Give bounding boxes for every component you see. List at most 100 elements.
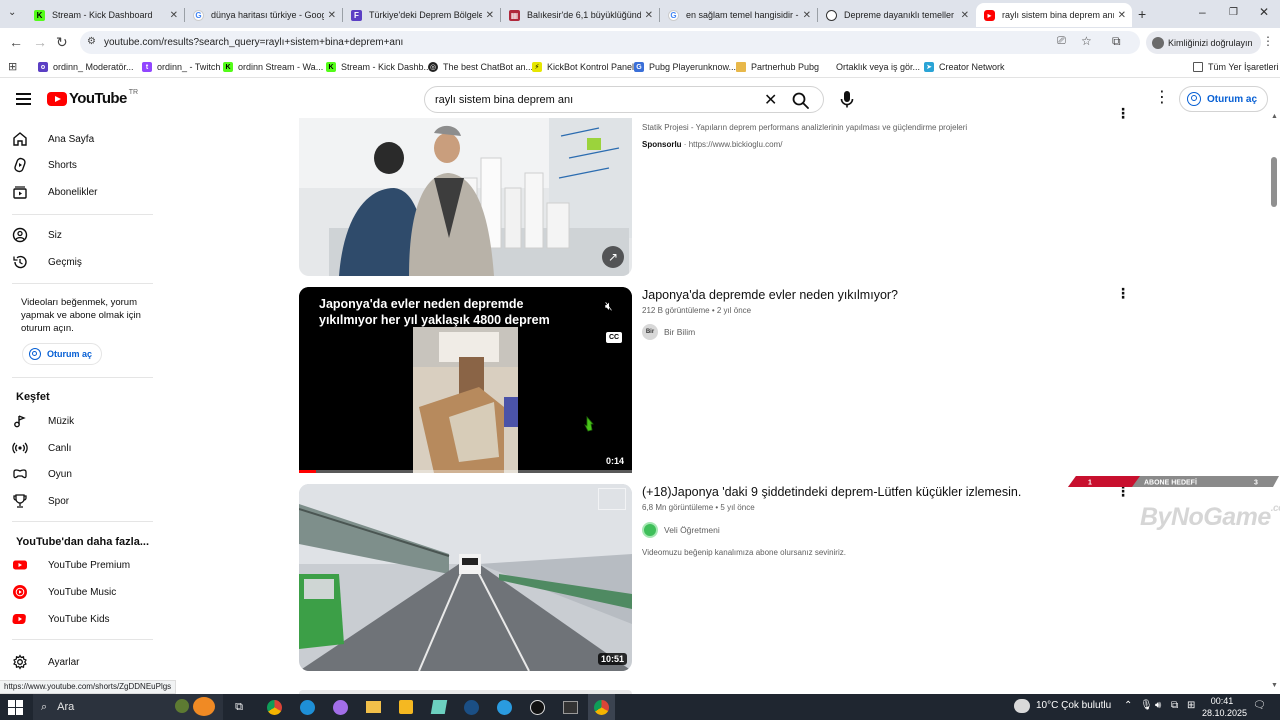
bookmark-item[interactable]: Kordinn Stream - Wa...	[223, 60, 323, 74]
messenger-taskbar-icon[interactable]	[331, 698, 349, 716]
sidebar-item-subscriptions[interactable]: Abonelikler	[12, 180, 152, 204]
settings-more-icon[interactable]: ⋮	[1154, 90, 1170, 107]
windows-start-icon[interactable]	[8, 700, 23, 715]
tray-expand-icon[interactable]: ⌃	[1124, 700, 1132, 711]
back-button[interactable]: ←	[9, 34, 23, 50]
microphone-icon[interactable]	[836, 88, 858, 110]
sidebar-item-youtube-kids[interactable]: YouTube Kids	[12, 607, 152, 631]
bookmark-item[interactable]: ⚡ KickBot Kontrol Paneli	[532, 60, 636, 74]
video-thumbnail[interactable]: 10:51	[299, 484, 632, 671]
minimize-button[interactable]: –	[1199, 5, 1206, 19]
clear-search-icon[interactable]: ✕	[764, 90, 777, 110]
task-view-icon[interactable]: ⧉	[230, 698, 248, 716]
microsoft-store-icon[interactable]	[397, 698, 415, 716]
sidebar-item-youtube-music[interactable]: YouTube Music	[12, 580, 152, 604]
tab-google-temel[interactable]: G en sağlam temel hangisidir - G ✕	[660, 3, 817, 27]
video-progress-track[interactable]	[299, 470, 632, 473]
sidebar-item-sports[interactable]: Spor	[12, 489, 152, 513]
close-icon[interactable]: ✕	[486, 10, 494, 21]
youtube-logo[interactable]: YouTube TR	[47, 89, 138, 107]
sidebar-item-youtube-premium[interactable]: YouTube Premium	[12, 553, 152, 577]
app-tray-icon[interactable]: ⊞	[1187, 700, 1195, 711]
verify-identity-button[interactable]: Kimliğinizi doğrulayın	[1146, 31, 1261, 54]
bookmark-item[interactable]: ➤ Creator Network	[924, 60, 1005, 74]
edge-taskbar-icon[interactable]	[298, 698, 316, 716]
bookmark-item[interactable]: o ordinn_ Moderatör...	[38, 60, 134, 74]
sidebar-item-settings[interactable]: Ayarlar	[12, 650, 152, 674]
taskbar-search-box[interactable]: ⌕ Ara	[33, 694, 223, 720]
tab-youtube-active[interactable]: ▸ raylı sistem bina deprem anı - Y ✕	[976, 3, 1132, 27]
forward-button[interactable]: →	[33, 34, 47, 50]
video-title[interactable]: (+18)Japonya 'daki 9 şiddetindeki deprem…	[642, 485, 1021, 499]
close-icon[interactable]: ✕	[645, 10, 653, 21]
bookmark-item[interactable]: K Stream - Kick Dashb...	[326, 60, 431, 74]
browser-menu-icon[interactable]: ⋮	[1262, 34, 1274, 48]
install-app-icon[interactable]: ⎚	[1057, 35, 1066, 48]
bookmark-star-icon[interactable]: ☆	[1081, 34, 1092, 48]
file-explorer-icon[interactable]	[364, 698, 382, 716]
notes-app-icon[interactable]	[430, 698, 448, 716]
video-more-options-icon[interactable]: ⋮	[1116, 484, 1130, 498]
bookmark-item[interactable]: Ortaklık veya iş gör...	[821, 60, 920, 74]
search-icon[interactable]	[791, 91, 811, 109]
sidebar-item-home[interactable]: Ana Sayfa	[12, 127, 152, 151]
bookmark-item[interactable]: t ordinn_ - Twitch	[142, 60, 220, 74]
volume-icon[interactable]: 🔊︎	[1155, 700, 1161, 711]
cc-icon[interactable]: CC	[606, 332, 622, 343]
notifications-icon[interactable]: 🗨︎	[1253, 700, 1266, 711]
bookmark-item[interactable]: Partnerhub Pubg	[736, 60, 819, 74]
ad-more-options-icon[interactable]: ⋮	[1116, 106, 1130, 120]
sidebar-item-history[interactable]: Geçmiş	[12, 250, 152, 274]
menu-icon[interactable]	[16, 93, 31, 105]
chrome-taskbar-icon[interactable]	[265, 698, 283, 716]
tab-balikesir-news[interactable]: ▦ Balıkesir'de 6,1 büyüklüğünde ✕	[501, 3, 659, 27]
video-title[interactable]: Japonya'da depremde evler neden yıkılmıy…	[642, 288, 898, 302]
system-clock[interactable]: 00:41 28.10.2025	[1202, 695, 1247, 719]
scroll-down-arrow[interactable]: ▼	[1271, 682, 1278, 689]
tab-google-map[interactable]: G dünya haritası türkiye - Google ✕	[185, 3, 342, 27]
window-close-button[interactable]: ✕	[1259, 5, 1269, 19]
microphone-tray-icon[interactable]: 🎙︎	[1140, 700, 1153, 711]
sidebar-item-live[interactable]: Canlı	[12, 436, 152, 460]
sidebar-item-you[interactable]: Siz	[12, 223, 152, 247]
sidebar-item-gaming[interactable]: Oyun	[12, 462, 152, 486]
chrome-active-window-icon[interactable]	[588, 694, 615, 720]
scroll-up-arrow[interactable]: ▲	[1271, 113, 1278, 120]
sidebar-signin-button[interactable]: Oturum aç	[22, 343, 103, 365]
close-icon[interactable]: ✕	[961, 10, 969, 21]
close-icon[interactable]: ✕	[803, 10, 811, 21]
external-link-icon[interactable]: ↗	[602, 246, 624, 268]
bookmark-item[interactable]: G Pubg Playerunknow...	[634, 60, 736, 74]
scrollbar-thumb[interactable]	[1271, 157, 1277, 207]
close-icon[interactable]: ✕	[170, 10, 178, 21]
close-icon[interactable]: ✕	[1118, 10, 1126, 21]
video-thumbnail[interactable]: Japonya'da evler neden depremde yıkılmıy…	[299, 287, 632, 473]
ad-thumbnail[interactable]: ↗	[299, 118, 632, 276]
url-field[interactable]: ⚙ youtube.com/results?search_query=raylı…	[80, 31, 1140, 54]
search-input[interactable]	[435, 93, 755, 106]
sidebar-item-shorts[interactable]: Shorts	[12, 153, 152, 177]
obs-taskbar-icon[interactable]	[528, 698, 546, 716]
restore-button[interactable]: ❐	[1229, 7, 1238, 18]
apps-grid-icon[interactable]: ⊞	[8, 60, 17, 73]
bookmark-item[interactable]: ◎ The best ChatBot an...	[428, 60, 533, 74]
all-bookmarks-button[interactable]: Tüm Yer İşaretleri	[1193, 60, 1279, 74]
battlenet-taskbar-icon[interactable]	[495, 698, 513, 716]
site-settings-icon[interactable]: ⚙	[87, 36, 96, 47]
video-more-options-icon[interactable]: ⋮	[1116, 286, 1130, 300]
tab-deprem-bolgeleri[interactable]: F Türkiye'deki Deprem Bölgeleri ✕	[343, 3, 500, 27]
extensions-icon[interactable]: ⧉	[1112, 34, 1121, 49]
reload-button[interactable]: ↻	[56, 34, 68, 51]
channel-link[interactable]: Veli Öğretmeni	[642, 522, 720, 538]
new-tab-button[interactable]: +	[1138, 6, 1146, 22]
channel-link[interactable]: Bir Bir Bilim	[642, 324, 695, 340]
sidebar-item-music[interactable]: Müzik	[12, 409, 152, 433]
weather-text[interactable]: 10°C Çok bulutlu	[1036, 700, 1111, 711]
signin-button[interactable]: Oturum aç	[1179, 86, 1269, 112]
tab-kick-dashboard[interactable]: K Stream - Kick Dashboard ✕	[26, 3, 184, 27]
close-icon[interactable]: ✕	[328, 10, 336, 21]
tab-search-dropdown[interactable]: ⌄	[8, 7, 16, 18]
game-app-taskbar-icon[interactable]	[561, 698, 579, 716]
steam-taskbar-icon[interactable]	[462, 698, 480, 716]
tab-chatgpt-temeller[interactable]: Depreme dayanıklı temeller ✕	[818, 3, 975, 27]
